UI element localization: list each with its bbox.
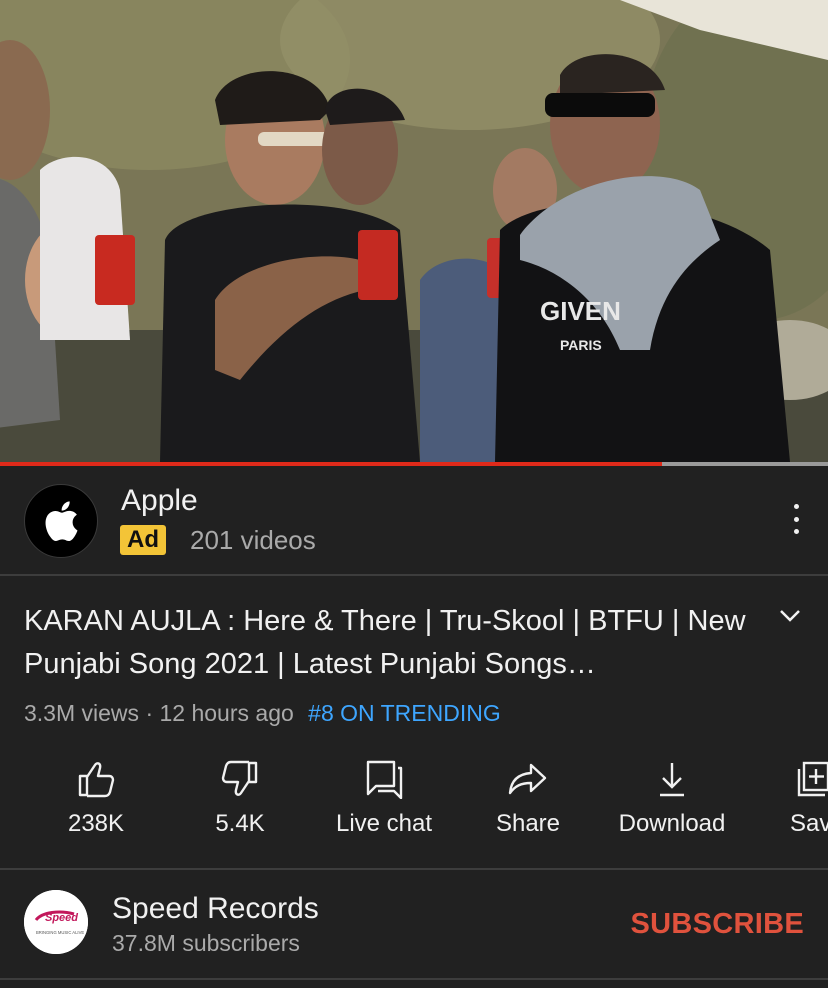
live-chat-button[interactable]: Live chat xyxy=(312,756,456,852)
divider xyxy=(0,574,828,576)
action-bar: 238K 5.4K Live chat Share Download Sav xyxy=(0,756,828,852)
ad-subtitle: 201 videos xyxy=(190,525,316,555)
video-meta: 3.3M views · 12 hours ago #8 ON TRENDING xyxy=(24,700,501,727)
shirt-text-given: GIVEN xyxy=(540,296,621,326)
apple-logo-icon[interactable] xyxy=(24,484,98,558)
shirt-text-paris: PARIS xyxy=(560,337,602,353)
ad-channel-name[interactable]: Apple xyxy=(121,484,198,518)
thumbs-down-icon xyxy=(168,756,312,802)
ad-channel-row[interactable]: Apple Ad 201 videos xyxy=(0,466,828,574)
like-count: 238K xyxy=(67,810,125,837)
ad-badge: Ad xyxy=(120,525,166,555)
meta-separator: · xyxy=(145,700,154,726)
share-label: Share xyxy=(495,810,561,837)
save-playlist-icon xyxy=(744,756,828,802)
live-chat-icon xyxy=(312,756,456,802)
like-button[interactable]: 238K xyxy=(24,756,168,852)
video-player[interactable]: GIVEN PARIS xyxy=(0,0,828,462)
video-frame-image: GIVEN PARIS xyxy=(0,0,828,462)
more-options-icon[interactable] xyxy=(786,504,806,534)
save-label: Sav xyxy=(790,810,828,837)
channel-name[interactable]: Speed Records xyxy=(112,892,319,926)
download-icon xyxy=(600,756,744,802)
subscribe-button[interactable]: SUBSCRIBE xyxy=(631,908,805,941)
thumbs-up-icon xyxy=(24,756,168,802)
channel-avatar[interactable]: Speed BRINGING MUSIC ALIVE xyxy=(24,890,88,954)
view-count: 3.3M views xyxy=(24,700,140,726)
video-title[interactable]: KARAN AUJLA : Here & There | Tru-Skool |… xyxy=(24,600,754,686)
speed-records-logo-icon: Speed BRINGING MUSIC ALIVE xyxy=(24,890,88,954)
download-label: Download xyxy=(618,810,726,837)
live-chat-label: Live chat xyxy=(335,810,433,837)
dislike-button[interactable]: 5.4K xyxy=(168,756,312,852)
trending-link[interactable]: #8 ON TRENDING xyxy=(308,700,501,726)
subscriber-count: 37.8M subscribers xyxy=(112,930,300,956)
divider xyxy=(0,978,828,980)
divider xyxy=(0,868,828,870)
channel-row[interactable]: Speed BRINGING MUSIC ALIVE Speed Records… xyxy=(0,872,828,978)
download-button[interactable]: Download xyxy=(600,756,744,852)
share-button[interactable]: Share xyxy=(456,756,600,852)
svg-text:Speed: Speed xyxy=(45,912,78,924)
svg-text:BRINGING MUSIC ALIVE: BRINGING MUSIC ALIVE xyxy=(36,930,84,935)
chevron-down-icon[interactable] xyxy=(778,608,802,624)
share-icon xyxy=(456,756,600,802)
save-button[interactable]: Sav xyxy=(744,756,828,852)
dislike-count: 5.4K xyxy=(215,810,265,837)
upload-age: 12 hours ago xyxy=(159,700,294,726)
